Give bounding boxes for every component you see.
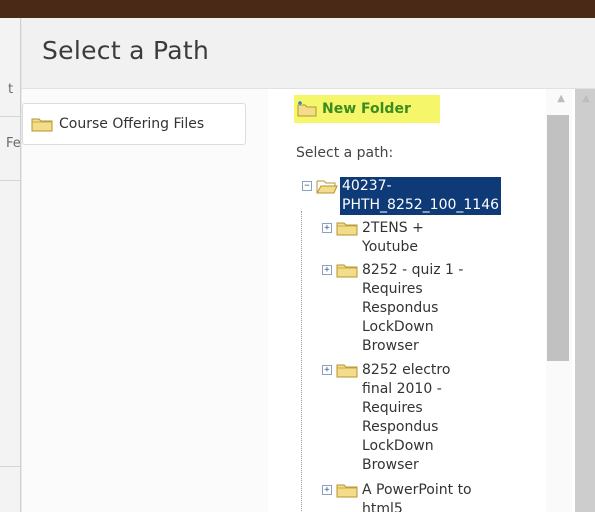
select-path-label: Select a path: — [296, 145, 394, 161]
new-folder-label: New Folder — [322, 101, 411, 117]
folder-open-icon — [316, 178, 338, 194]
top-bar — [0, 0, 595, 18]
root-pane: Course Offering Files — [22, 89, 269, 512]
expand-icon[interactable]: + — [322, 365, 332, 375]
tree-node-line: 2TENS + — [362, 220, 424, 236]
new-folder-button[interactable]: New Folder — [294, 95, 440, 123]
tree-node-line: Browser — [362, 457, 419, 473]
expand-icon[interactable]: + — [322, 265, 332, 275]
tree-node-root[interactable]: − 40237- PHTH_8252_100_1146 — [302, 177, 502, 215]
tree-node-line: final 2010 - — [362, 381, 442, 397]
tree-node-line: Requires — [362, 400, 423, 416]
course-offering-files-button[interactable]: Course Offering Files — [22, 103, 246, 145]
tree-node[interactable]: + A PowerPoint to html5 — [322, 481, 472, 512]
scroll-up-arrow-icon[interactable]: ▲ — [557, 93, 565, 104]
outer-scrollbar[interactable] — [575, 89, 595, 512]
tree-node-label: 8252 electro final 2010 - Requires Respo… — [362, 361, 450, 475]
folder-icon — [336, 220, 358, 236]
divider — [0, 180, 20, 181]
folder-icon — [31, 116, 53, 132]
tree-node-line: html5 — [362, 501, 403, 512]
dialog-title: Select a Path — [42, 36, 210, 65]
collapse-icon[interactable]: − — [302, 181, 312, 191]
tree-node-root-label: 40237- PHTH_8252_100_1146 — [340, 177, 502, 215]
folder-icon — [336, 482, 358, 498]
divider — [0, 466, 20, 467]
tree-node-line: 8252 - quiz 1 - — [362, 262, 464, 278]
folder-icon — [336, 362, 358, 378]
tree-node-line: A PowerPoint to — [362, 482, 472, 498]
tree-node-line: Requires — [362, 281, 423, 297]
select-path-dialog: Select a Path Course Offering Files New … — [22, 18, 595, 512]
divider — [0, 116, 20, 117]
dialog-header: Select a Path — [22, 18, 595, 89]
dialog-body: Course Offering Files New Folder Select … — [22, 89, 595, 512]
tree-node-line: Respondus — [362, 300, 439, 316]
tree-node-line: Respondus — [362, 419, 439, 435]
tree-node[interactable]: + 2TENS + Youtube — [322, 219, 424, 257]
tree-node-line: LockDown — [362, 438, 434, 454]
new-folder-icon — [296, 101, 318, 117]
background-text-fragment: Fe — [6, 136, 21, 151]
tree-node[interactable]: + 8252 - quiz 1 - Requires Respondus Loc… — [322, 261, 463, 356]
tree-node-line: Youtube — [362, 239, 418, 255]
tree-node-label: 2TENS + Youtube — [362, 219, 424, 257]
tree-node[interactable]: + 8252 electro final 2010 - Requires Res… — [322, 361, 450, 475]
tree-node-line: LockDown — [362, 319, 434, 335]
tree-node-line: Browser — [362, 338, 419, 354]
folder-icon — [336, 262, 358, 278]
expand-icon[interactable]: + — [322, 485, 332, 495]
inner-scrollbar-thumb[interactable] — [547, 115, 569, 361]
tree-node-label: 8252 - quiz 1 - Requires Respondus LockD… — [362, 261, 463, 356]
course-offering-files-label: Course Offering Files — [59, 116, 205, 132]
tree-node-label: A PowerPoint to html5 — [362, 481, 472, 512]
expand-icon[interactable]: + — [322, 223, 332, 233]
tree-connector — [301, 211, 302, 511]
tree-node-root-line: PHTH_8252_100_1146 — [340, 196, 502, 215]
tree-node-root-line: 40237- — [340, 177, 502, 196]
path-pane: New Folder Select a path: − 40237- PHTH_… — [268, 89, 595, 512]
background-panel: t Fe — [0, 18, 21, 512]
outer-scroll-up-arrow-icon[interactable]: ▲ — [582, 93, 590, 104]
background-text-fragment: t — [8, 82, 14, 97]
tree-node-line: 8252 electro — [362, 362, 451, 378]
